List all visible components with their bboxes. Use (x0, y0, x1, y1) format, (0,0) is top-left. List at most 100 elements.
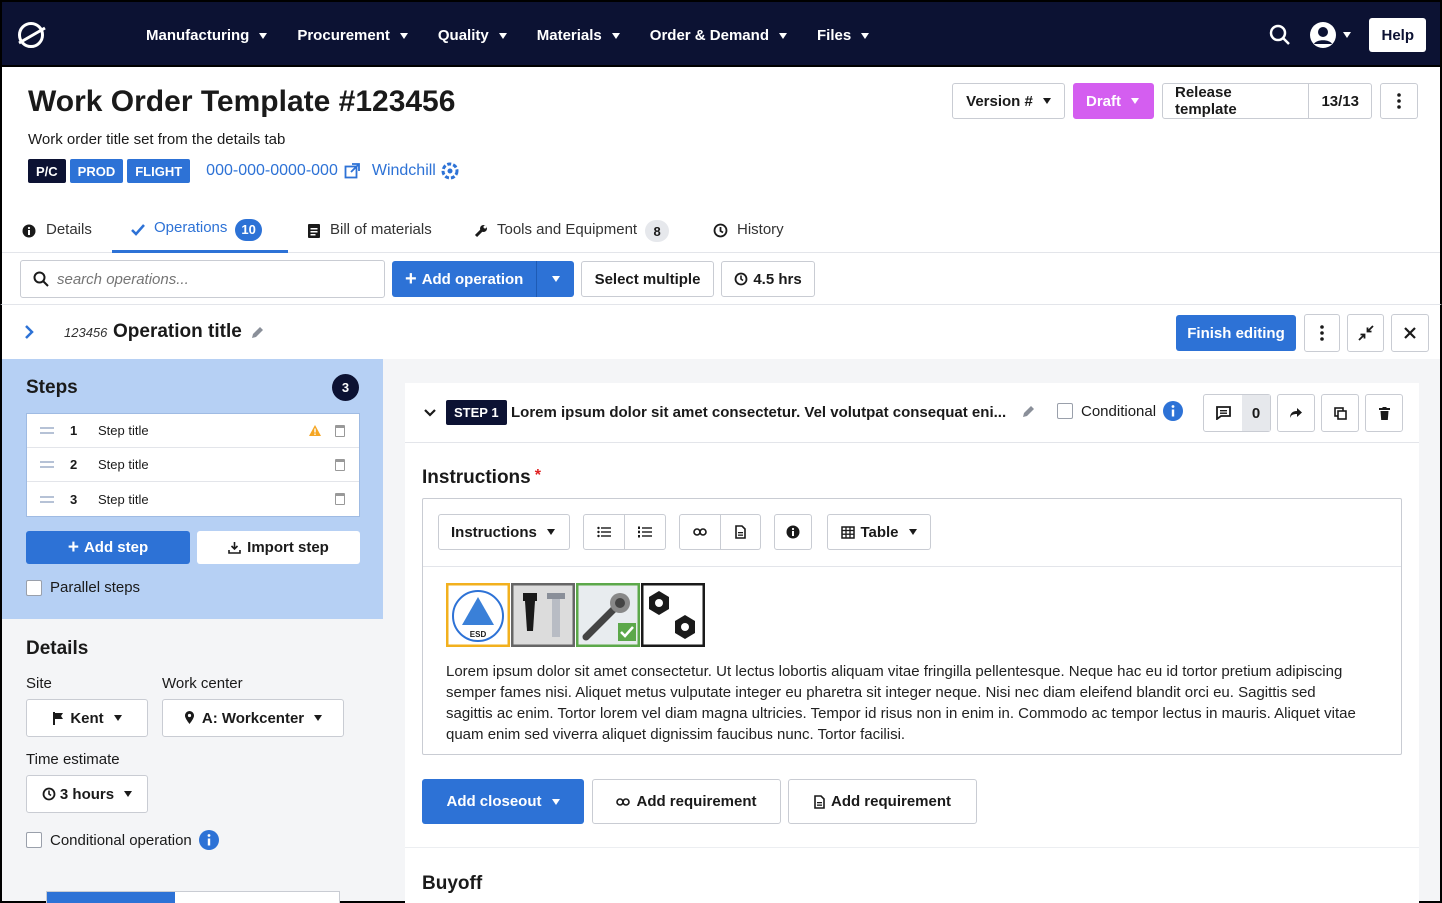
site-dropdown[interactable]: Kent (26, 699, 148, 737)
info-icon[interactable] (1163, 401, 1184, 421)
time-estimate-dropdown[interactable]: 3 hours (26, 775, 148, 813)
menu-order-demand[interactable]: Order & Demand (650, 27, 787, 44)
add-operation-button[interactable]: + Add operation (392, 261, 537, 297)
drag-handle-icon[interactable] (40, 458, 54, 471)
add-operation-dropdown[interactable] (537, 276, 574, 282)
add-step-button[interactable]: + Add step (26, 531, 190, 564)
operation-more-button[interactable] (1304, 314, 1340, 352)
share-step-button[interactable] (1277, 394, 1315, 432)
plus-icon: + (67, 537, 79, 558)
windchill-text: Windchill (371, 162, 436, 179)
menu-manufacturing[interactable]: Manufacturing (146, 27, 268, 44)
instructions-heading-text: Instructions (422, 467, 531, 488)
duration-button[interactable]: 4.5 hrs (721, 261, 815, 297)
search-field[interactable] (20, 260, 385, 298)
add-closeout-button[interactable]: Add closeout (422, 779, 584, 824)
comments-button[interactable]: 0 (1203, 394, 1271, 432)
edit-pencil-icon[interactable] (250, 326, 264, 340)
step-row[interactable]: 2 Step title (27, 448, 359, 482)
close-button[interactable] (1391, 314, 1429, 352)
sidebar-bottom-tab-active[interactable] (47, 892, 175, 903)
workcenter-dropdown[interactable]: A: Workcenter (162, 699, 344, 737)
page-title: Work Order Template #123456 (28, 85, 456, 118)
app-logo[interactable] (18, 22, 44, 48)
share-arrow-icon (1290, 408, 1302, 418)
sidebar-bottom-tabs (46, 891, 340, 903)
insert-file-button[interactable] (721, 515, 760, 549)
steps-panel: Steps 3 1 Step title 2 Step title 3 Step… (2, 359, 383, 619)
parallel-steps-checkbox[interactable] (26, 579, 42, 596)
menu-materials[interactable]: Materials (537, 27, 620, 44)
text-style-dropdown[interactable]: Instructions (438, 514, 570, 550)
numbered-list-button[interactable] (625, 515, 665, 549)
location-pin-icon (184, 711, 194, 724)
parallel-steps-toggle[interactable]: Parallel steps (26, 579, 140, 596)
menu-procurement[interactable]: Procurement (297, 27, 408, 44)
add-requirement-link-button[interactable]: Add requirement (592, 779, 781, 824)
finish-editing-button[interactable]: Finish editing (1176, 315, 1296, 351)
menu-label: Manufacturing (146, 27, 250, 44)
bullet-list-button[interactable] (584, 515, 625, 549)
search-input[interactable] (57, 270, 357, 288)
info-icon[interactable] (198, 830, 219, 850)
chevron-down-icon[interactable] (423, 408, 437, 418)
tab-count-badge: 10 (235, 218, 262, 241)
windchill-link[interactable]: Windchill (372, 162, 459, 180)
tab-details[interactable]: Details (22, 205, 92, 253)
release-template-button[interactable]: Release template 13/13 (1162, 83, 1372, 119)
edit-pencil-icon[interactable] (1021, 405, 1035, 419)
chevron-right-icon[interactable] (24, 324, 34, 340)
caret-down-icon (314, 715, 323, 721)
delete-step-icon[interactable] (335, 459, 345, 471)
tab-operations[interactable]: Operations 10 (112, 205, 288, 253)
collapse-button[interactable] (1347, 314, 1384, 352)
drag-handle-icon[interactable] (40, 493, 54, 506)
menu-quality[interactable]: Quality (438, 27, 507, 44)
insert-table-dropdown[interactable]: Table (827, 514, 931, 550)
conditional-operation-toggle[interactable]: Conditional operation (26, 830, 219, 850)
instructions-body-text[interactable]: Lorem ipsum dolor sit amet consectetur. … (446, 661, 1366, 745)
insert-link-button[interactable] (680, 515, 721, 549)
version-dropdown[interactable]: Version # (952, 83, 1065, 119)
step-conditional-checkbox[interactable] (1057, 403, 1073, 419)
step-conditional-toggle[interactable]: Conditional (1057, 401, 1184, 421)
operations-toolbar: + Add operation Select multiple 4.5 hrs (0, 253, 1442, 305)
caret-down-icon (124, 791, 133, 797)
history-icon (713, 223, 728, 238)
step-row[interactable]: 3 Step title (27, 482, 359, 516)
release-count: 13/13 (1321, 92, 1359, 110)
comment-icon (1215, 406, 1231, 420)
menu-files[interactable]: Files (817, 27, 870, 44)
info-icon (22, 224, 36, 237)
select-multiple-button[interactable]: Select multiple (581, 261, 714, 297)
step-row[interactable]: 1 Step title (27, 414, 359, 448)
help-button[interactable]: Help (1369, 18, 1426, 52)
search-icon[interactable] (1269, 24, 1291, 46)
collapse-icon (1357, 325, 1374, 341)
more-options-button[interactable] (1380, 83, 1418, 119)
step-title-text: Lorem ipsum dolor sit amet consectetur. … (511, 404, 1007, 421)
delete-step-icon[interactable] (335, 493, 345, 505)
duplicate-step-button[interactable] (1321, 394, 1359, 432)
add-requirement-file-button[interactable]: Add requirement (788, 779, 977, 824)
tools-icon (511, 583, 575, 647)
status-dropdown[interactable]: Draft (1073, 83, 1154, 119)
flag-icon (53, 711, 64, 725)
kebab-menu-icon (1397, 93, 1401, 109)
delete-step-icon[interactable] (335, 425, 345, 437)
import-step-button[interactable]: Import step (197, 531, 360, 564)
operation-header: 123456 Operation title Finish editing (0, 305, 1442, 359)
caret-down-icon (1343, 32, 1352, 38)
release-label: Release template (1163, 84, 1310, 118)
tab-history[interactable]: History (713, 205, 784, 253)
file-icon (735, 525, 746, 539)
part-number-link[interactable]: 000-000-0000-000 (206, 162, 360, 180)
user-menu[interactable] (1309, 21, 1352, 49)
tab-tools-equipment[interactable]: Tools and Equipment 8 (474, 205, 670, 253)
drag-handle-icon[interactable] (40, 424, 54, 437)
conditional-operation-checkbox[interactable] (26, 832, 42, 848)
caret-down-icon (611, 32, 620, 39)
delete-step-button[interactable] (1365, 394, 1403, 432)
insert-info-button[interactable] (774, 514, 812, 550)
tab-bill-of-materials[interactable]: Bill of materials (308, 205, 432, 253)
